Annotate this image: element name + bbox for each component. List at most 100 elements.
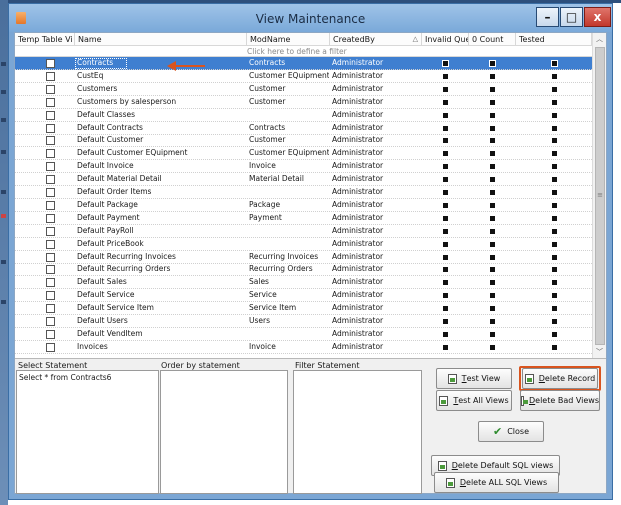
tested-indicator[interactable] — [552, 112, 557, 118]
invalid-query-indicator[interactable] — [443, 190, 448, 195]
invalid-query-indicator[interactable] — [443, 306, 448, 312]
table-row[interactable]: Default Service Item Service Item Administ… — [15, 302, 592, 316]
tested-indicator[interactable] — [552, 164, 557, 170]
row-modname-cell[interactable] — [247, 239, 329, 250]
tested-indicator[interactable] — [552, 241, 557, 247]
temp-table-checkbox[interactable] — [46, 278, 55, 288]
table-row[interactable]: Default Sales Sales Administrator — [15, 276, 592, 290]
close-button[interactable]: ✔ Close — [478, 421, 544, 442]
row-name-cell[interactable]: Default PriceBook — [75, 239, 245, 250]
table-row[interactable]: Default Recurring Orders Recurring Orders… — [15, 263, 592, 277]
scrollbar-thumb[interactable]: ≡ — [595, 47, 605, 345]
row-modname-cell[interactable]: Contracts — [247, 58, 329, 69]
grid-vertical-scrollbar[interactable]: ︿ ≡ ﹀ — [592, 33, 606, 358]
invalid-query-indicator[interactable] — [443, 241, 448, 247]
row-modname-cell[interactable]: Customer — [247, 97, 329, 108]
temp-table-checkbox[interactable] — [46, 162, 55, 172]
invalid-query-indicator[interactable] — [443, 280, 448, 286]
zero-count-indicator[interactable] — [490, 241, 495, 247]
tested-indicator[interactable] — [552, 267, 557, 273]
temp-table-checkbox[interactable] — [46, 97, 55, 107]
temp-table-checkbox[interactable] — [46, 226, 55, 236]
table-row[interactable]: Default Recurring Invoices Recurring Invo… — [15, 251, 592, 264]
zero-count-indicator[interactable] — [490, 190, 495, 195]
tested-indicator[interactable] — [552, 331, 557, 337]
row-modname-cell[interactable]: Sales — [247, 277, 329, 288]
column-header-zero-count[interactable]: 0 Count — [469, 33, 516, 46]
temp-table-checkbox[interactable] — [46, 200, 55, 210]
invalid-query-indicator[interactable] — [443, 177, 448, 183]
row-modname-cell[interactable]: Service Item — [247, 303, 329, 314]
tested-indicator[interactable] — [552, 344, 557, 350]
zero-count-indicator[interactable] — [490, 344, 495, 350]
invalid-query-indicator[interactable] — [443, 151, 448, 157]
temp-table-checkbox[interactable] — [46, 175, 55, 185]
invalid-query-indicator[interactable] — [443, 319, 448, 324]
title-bar[interactable]: View Maintenance – □ x — [9, 4, 612, 32]
zero-count-indicator[interactable] — [490, 202, 495, 208]
row-modname-cell[interactable]: Service — [247, 290, 329, 301]
zero-count-indicator[interactable] — [490, 164, 495, 170]
row-name-cell[interactable]: Default Customer — [75, 135, 245, 146]
row-createdby-cell[interactable]: Administrator — [330, 148, 420, 159]
tested-indicator[interactable] — [552, 177, 557, 183]
row-createdby-cell[interactable]: Administrator — [330, 110, 420, 121]
column-header-createdby[interactable]: CreatedBy △ — [330, 33, 422, 46]
select-statement-field[interactable]: Select * from Contracts6 — [16, 370, 159, 494]
row-createdby-cell[interactable]: Administrator — [330, 303, 420, 314]
temp-table-checkbox[interactable] — [46, 110, 55, 120]
invalid-query-indicator[interactable] — [443, 254, 448, 260]
temp-table-checkbox[interactable] — [46, 213, 55, 223]
row-modname-cell[interactable]: Payment — [247, 213, 329, 224]
temp-table-checkbox[interactable] — [46, 59, 55, 68]
row-createdby-cell[interactable]: Administrator — [330, 329, 420, 340]
row-modname-cell[interactable]: Invoice — [247, 342, 329, 353]
close-window-button[interactable]: x — [584, 7, 611, 27]
row-createdby-cell[interactable]: Administrator — [330, 239, 420, 250]
table-row[interactable]: Default Material Detail Material Detail Ad… — [15, 173, 592, 187]
invalid-query-indicator[interactable] — [443, 112, 448, 118]
temp-table-checkbox[interactable] — [46, 136, 55, 146]
row-modname-cell[interactable]: Package — [247, 200, 329, 211]
table-row[interactable]: Customers by salesperson Customer Administ… — [15, 96, 592, 109]
zero-count-indicator[interactable] — [490, 319, 495, 324]
invalid-query-indicator[interactable] — [443, 228, 448, 234]
row-name-cell[interactable]: Default Contracts — [75, 123, 245, 134]
zero-count-indicator[interactable] — [490, 293, 495, 299]
tested-indicator[interactable] — [552, 99, 557, 105]
row-createdby-cell[interactable]: Administrator — [330, 187, 420, 198]
invalid-query-indicator[interactable] — [443, 86, 448, 92]
row-createdby-cell[interactable]: Administrator — [330, 226, 420, 237]
column-header-temp-table[interactable]: Temp Table Vi — [15, 33, 75, 46]
row-name-cell[interactable]: Default Classes — [75, 110, 245, 121]
zero-count-indicator[interactable] — [490, 61, 495, 66]
row-modname-cell[interactable]: Contracts — [247, 123, 329, 134]
row-createdby-cell[interactable]: Administrator — [330, 58, 420, 69]
row-name-cell[interactable]: Default PayRoll — [75, 226, 245, 237]
invalid-query-indicator[interactable] — [443, 215, 448, 221]
test-all-views-button[interactable]: Test All Views — [436, 390, 512, 411]
zero-count-indicator[interactable] — [490, 331, 495, 337]
row-name-cell[interactable]: Default VendItem — [75, 329, 245, 340]
scroll-down-arrow-icon[interactable]: ﹀ — [593, 346, 606, 358]
row-name-cell[interactable]: Customers — [75, 84, 245, 95]
tested-indicator[interactable] — [552, 306, 557, 312]
table-row[interactable]: Customers Customer Administrator — [15, 83, 592, 96]
temp-table-checkbox[interactable] — [46, 317, 55, 326]
row-createdby-cell[interactable]: Administrator — [330, 84, 420, 95]
row-name-cell[interactable]: Customers by salesperson — [75, 97, 245, 108]
row-modname-cell[interactable]: Customer EQuipment — [247, 71, 329, 82]
order-by-statement-field[interactable] — [160, 370, 288, 494]
row-name-cell[interactable]: CustEq — [75, 71, 245, 82]
filter-prompt[interactable]: Click here to define a filter — [247, 47, 347, 56]
row-createdby-cell[interactable]: Administrator — [330, 290, 420, 301]
table-row[interactable]: Default Contracts Contracts Administrator — [15, 122, 592, 135]
invalid-query-indicator[interactable] — [443, 202, 448, 208]
row-createdby-cell[interactable]: Administrator — [330, 252, 420, 263]
temp-table-checkbox[interactable] — [46, 342, 55, 352]
row-createdby-cell[interactable]: Administrator — [330, 200, 420, 211]
table-row[interactable]: Invoices Invoice Administrator — [15, 341, 592, 354]
tested-indicator[interactable] — [552, 125, 557, 131]
row-modname-cell[interactable]: Users — [247, 316, 329, 327]
row-createdby-cell[interactable]: Administrator — [330, 97, 420, 108]
